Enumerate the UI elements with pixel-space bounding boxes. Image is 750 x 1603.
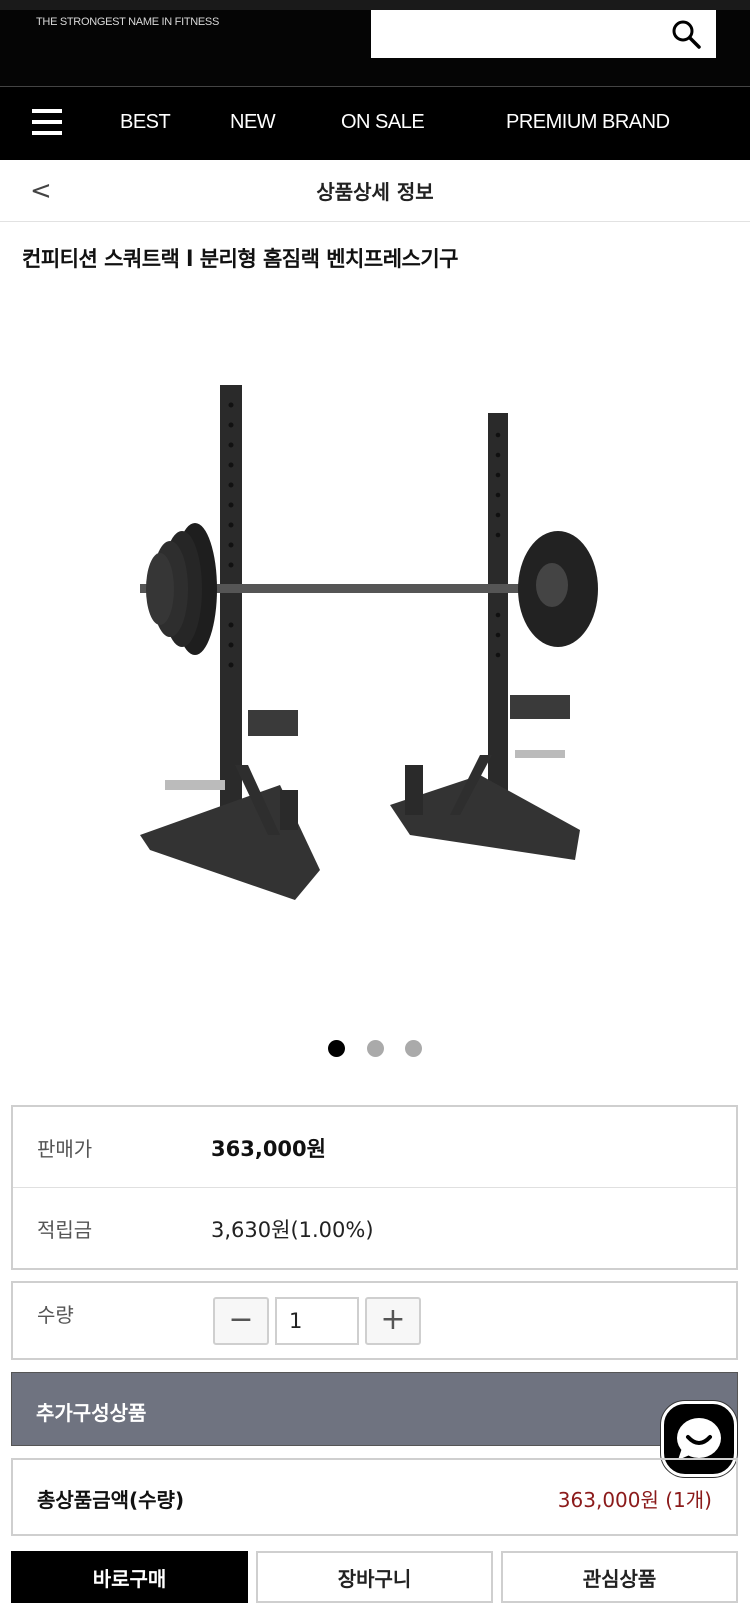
quantity-input[interactable]: 1 — [275, 1297, 359, 1345]
price-table: 판매가 363,000원 적립금 3,630원(1.00%) — [11, 1105, 738, 1270]
nav-item-best[interactable]: BEST — [120, 111, 171, 134]
nav-item-on-sale[interactable]: ON SALE — [341, 111, 425, 134]
sale-price-label: 판매가 — [37, 1137, 93, 1161]
total-price-label: 총상품금액(수량) — [37, 1488, 185, 1512]
page-subheader: < 상품상세 정보 — [0, 160, 750, 222]
page-title: 상품상세 정보 — [316, 180, 434, 204]
header-top-strip — [0, 0, 750, 10]
brand-tagline: THE STRONGEST NAME IN FITNESS — [36, 16, 220, 28]
carousel-dot-2[interactable] — [366, 1040, 384, 1057]
search-input[interactable] — [371, 10, 716, 58]
product-title: 컨피티션 스쿼트랙 l 분리형 홈짐랙 벤치프레스기구 — [22, 247, 458, 271]
wishlist-button[interactable]: 관심상품 — [501, 1551, 738, 1603]
buy-now-button[interactable]: 바로구매 — [11, 1551, 248, 1603]
carousel-dot-1[interactable] — [328, 1040, 346, 1057]
total-price-row: 총상품금액(수량) 363,000원 (1개) — [11, 1458, 738, 1536]
main-nav: BEST NEW ON SALE PREMIUM BRAND — [0, 86, 750, 160]
carousel-dots — [0, 1040, 750, 1061]
points-row: 적립금 3,630원(1.00%) — [13, 1188, 736, 1269]
nav-item-premium-brand[interactable]: PREMIUM BRAND — [506, 111, 670, 134]
carousel-dot-3[interactable] — [404, 1040, 422, 1057]
nav-item-new[interactable]: NEW — [230, 111, 276, 134]
quantity-increase-button[interactable]: + — [365, 1297, 421, 1345]
sale-price-value: 363,000원 — [211, 1137, 326, 1161]
points-value: 3,630원(1.00%) — [211, 1218, 374, 1242]
top-header: THE STRONGEST NAME IN FITNESS — [0, 0, 750, 86]
sale-price-row: 판매가 363,000원 — [13, 1107, 736, 1188]
product-image[interactable] — [120, 365, 640, 925]
total-price-value: 363,000원 (1개) — [557, 1488, 712, 1512]
addon-products-toggle[interactable]: 추가구성상품 — [11, 1372, 738, 1446]
quantity-decrease-button[interactable]: − — [213, 1297, 269, 1345]
quantity-row: 수량 − 1 + — [11, 1281, 738, 1360]
search-icon[interactable] — [670, 18, 702, 50]
quantity-label: 수량 — [37, 1303, 74, 1327]
addon-products-label: 추가구성상품 — [36, 1401, 147, 1425]
points-label: 적립금 — [37, 1218, 93, 1242]
hamburger-icon[interactable] — [32, 109, 62, 137]
add-to-cart-button[interactable]: 장바구니 — [256, 1551, 493, 1603]
